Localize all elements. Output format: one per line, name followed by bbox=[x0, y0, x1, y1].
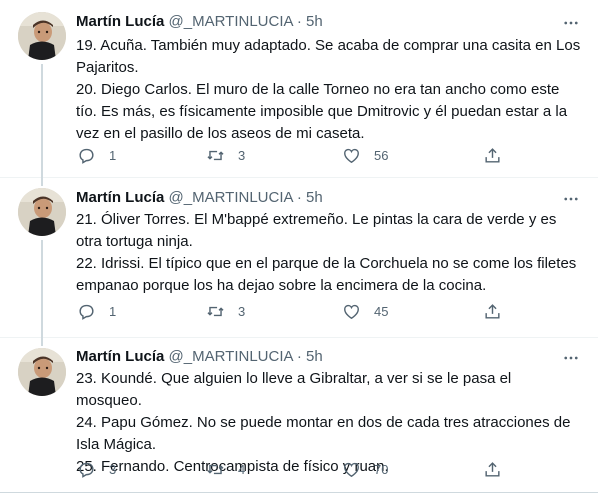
tweet-line: 20. Diego Carlos. El muro de la calle To… bbox=[76, 81, 568, 142]
reply-button[interactable]: 3 bbox=[77, 460, 116, 479]
separator-dot: · bbox=[296, 189, 302, 206]
share-button[interactable] bbox=[483, 146, 502, 165]
retweet-icon bbox=[207, 306, 224, 317]
share-icon bbox=[485, 462, 500, 477]
tweet-text: 19. Acuña. También muy adaptado. Se acab… bbox=[76, 35, 581, 145]
share-icon bbox=[485, 304, 500, 319]
tweet-line: 21. Óliver Torres. El M'bappé extremeño.… bbox=[76, 211, 557, 250]
heart-icon bbox=[344, 462, 359, 478]
tweet-header: Martín Lucía @_MARTINLUCIA · 5h bbox=[76, 347, 323, 367]
reply-count: 3 bbox=[109, 462, 117, 477]
author-handle[interactable]: @_MARTINLUCIA bbox=[169, 13, 293, 30]
author-handle[interactable]: @_MARTINLUCIA bbox=[169, 348, 293, 365]
timestamp[interactable]: 5h bbox=[306, 348, 323, 365]
retweet-button[interactable]: 3 bbox=[206, 302, 245, 321]
heart-icon bbox=[344, 304, 359, 320]
reply-button[interactable]: 1 bbox=[77, 146, 116, 165]
like-count: 45 bbox=[374, 304, 389, 319]
reply-count: 1 bbox=[109, 148, 117, 163]
reply-icon bbox=[79, 462, 94, 478]
avatar[interactable] bbox=[18, 348, 66, 396]
retweet-count: 4 bbox=[238, 462, 246, 477]
retweet-count: 3 bbox=[238, 304, 246, 319]
thread-line bbox=[41, 178, 43, 186]
tweet-1[interactable]: Martín Lucía @_MARTINLUCIA · 5h 19. Acuñ… bbox=[0, 0, 598, 178]
tweet-header: Martín Lucía @_MARTINLUCIA · 5h bbox=[76, 12, 323, 32]
tweet-text: 21. Óliver Torres. El M'bappé extremeño.… bbox=[76, 209, 581, 297]
action-bar: 1 3 45 bbox=[0, 302, 598, 324]
author-name[interactable]: Martín Lucía bbox=[76, 348, 164, 365]
share-button[interactable] bbox=[483, 302, 502, 321]
author-handle[interactable]: @_MARTINLUCIA bbox=[169, 189, 293, 206]
tweet-line: 24. Papu Gómez. No se puede montar en do… bbox=[76, 414, 571, 453]
retweet-button[interactable]: 3 bbox=[206, 146, 245, 165]
reply-button[interactable]: 1 bbox=[77, 302, 116, 321]
share-button[interactable] bbox=[483, 460, 502, 479]
avatar[interactable] bbox=[18, 188, 66, 236]
action-bar: 1 3 56 bbox=[0, 146, 598, 168]
thread-line bbox=[41, 338, 43, 346]
like-button[interactable]: 56 bbox=[342, 146, 388, 165]
reply-count: 1 bbox=[109, 304, 117, 319]
tweet-line: 23. Koundé. Que alguien lo lleve a Gibra… bbox=[76, 370, 512, 409]
timestamp[interactable]: 5h bbox=[306, 189, 323, 206]
reply-icon bbox=[79, 304, 94, 320]
tweet-line: 19. Acuña. También muy adaptado. Se acab… bbox=[76, 37, 581, 76]
like-count: 70 bbox=[374, 462, 389, 477]
heart-icon bbox=[344, 148, 359, 164]
like-button[interactable]: 70 bbox=[342, 460, 388, 479]
tweet-line: 22. Idrissi. El típico que en el parque … bbox=[76, 255, 577, 294]
tweet-header: Martín Lucía @_MARTINLUCIA · 5h bbox=[76, 188, 323, 208]
more-icon[interactable] bbox=[560, 189, 582, 209]
retweet-icon bbox=[207, 150, 224, 161]
separator-dot: · bbox=[296, 348, 302, 365]
separator-dot: · bbox=[296, 13, 302, 30]
share-icon bbox=[485, 148, 500, 163]
avatar[interactable] bbox=[18, 12, 66, 60]
tweet-3[interactable]: Martín Lucía @_MARTINLUCIA · 5h 23. Koun… bbox=[0, 338, 598, 493]
like-count: 56 bbox=[374, 148, 389, 163]
reply-icon bbox=[79, 148, 94, 164]
retweet-icon bbox=[207, 464, 224, 475]
tweet-2[interactable]: Martín Lucía @_MARTINLUCIA · 5h 21. Óliv… bbox=[0, 178, 598, 338]
retweet-button[interactable]: 4 bbox=[206, 460, 245, 479]
timestamp[interactable]: 5h bbox=[306, 13, 323, 30]
retweet-count: 3 bbox=[238, 148, 246, 163]
action-bar: 3 4 70 bbox=[0, 460, 598, 482]
more-icon[interactable] bbox=[560, 13, 582, 33]
author-name[interactable]: Martín Lucía bbox=[76, 13, 164, 30]
author-name[interactable]: Martín Lucía bbox=[76, 189, 164, 206]
like-button[interactable]: 45 bbox=[342, 302, 388, 321]
more-icon[interactable] bbox=[560, 348, 582, 368]
